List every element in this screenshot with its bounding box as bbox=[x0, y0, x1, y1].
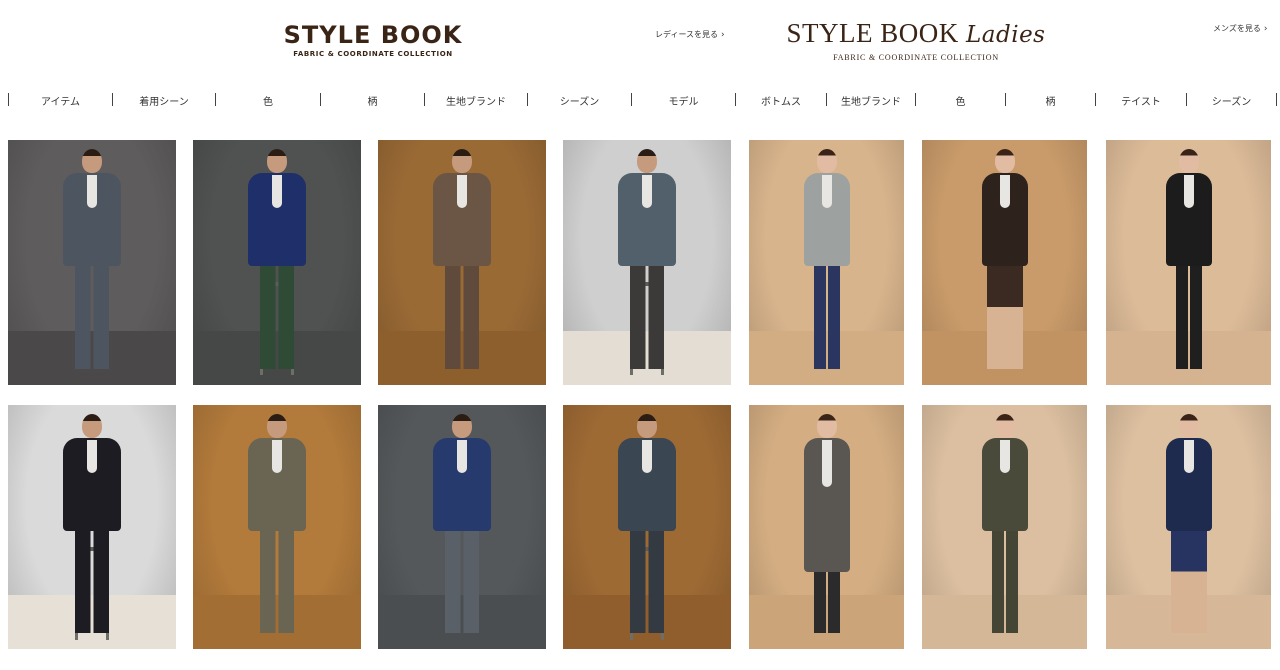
figure-shirt bbox=[457, 175, 467, 208]
figure-shirt bbox=[999, 175, 1010, 208]
figure-head bbox=[994, 149, 1015, 173]
figure-head bbox=[452, 149, 472, 173]
figure-shirt bbox=[457, 440, 467, 473]
look-men-2[interactable] bbox=[193, 140, 361, 385]
figure-legs bbox=[75, 256, 109, 369]
figure-head bbox=[994, 414, 1015, 438]
figure-head bbox=[82, 414, 102, 438]
figure-legs bbox=[630, 256, 664, 369]
figure-legs bbox=[986, 256, 1023, 369]
figure-legs bbox=[260, 256, 294, 369]
look-ladies-3[interactable] bbox=[1106, 140, 1271, 385]
lookbook-grid bbox=[0, 0, 1280, 670]
look-ladies-4[interactable] bbox=[749, 405, 904, 649]
figure-head bbox=[452, 414, 472, 438]
figure-legs bbox=[630, 521, 664, 633]
look-men-3[interactable] bbox=[378, 140, 546, 385]
figure-shirt bbox=[272, 440, 282, 473]
figure-shirt bbox=[642, 175, 652, 208]
figure-head bbox=[816, 414, 837, 438]
figure-legs bbox=[260, 521, 294, 633]
look-ladies-1[interactable] bbox=[749, 140, 904, 385]
figure-shirt bbox=[999, 440, 1010, 473]
figure-legs bbox=[445, 521, 479, 633]
look-ladies-6[interactable] bbox=[1106, 405, 1271, 649]
figure-legs bbox=[813, 562, 840, 633]
figure-legs bbox=[75, 521, 109, 633]
figure-head bbox=[637, 414, 657, 438]
figure-head bbox=[267, 414, 287, 438]
figure-head bbox=[637, 149, 657, 173]
figure-shirt bbox=[87, 175, 97, 208]
figure-legs bbox=[1170, 521, 1207, 633]
look-men-6[interactable] bbox=[193, 405, 361, 649]
figure-legs bbox=[445, 256, 479, 369]
look-men-7[interactable] bbox=[378, 405, 546, 649]
figure-legs bbox=[991, 521, 1018, 633]
figure-head bbox=[82, 149, 102, 173]
figure-head bbox=[267, 149, 287, 173]
figure-legs bbox=[1175, 256, 1202, 369]
figure-shirt bbox=[642, 440, 652, 473]
figure-shirt bbox=[821, 440, 832, 487]
figure-head bbox=[1178, 149, 1199, 173]
figure-legs bbox=[813, 256, 840, 369]
figure-shirt bbox=[272, 175, 282, 208]
figure-head bbox=[1178, 414, 1199, 438]
figure-shirt bbox=[821, 175, 832, 208]
look-men-5[interactable] bbox=[8, 405, 176, 649]
look-men-8[interactable] bbox=[563, 405, 731, 649]
figure-shirt bbox=[1183, 440, 1194, 473]
figure-head bbox=[816, 149, 837, 173]
figure-shirt bbox=[1183, 175, 1194, 208]
look-men-4[interactable] bbox=[563, 140, 731, 385]
look-ladies-5[interactable] bbox=[922, 405, 1087, 649]
look-ladies-2[interactable] bbox=[922, 140, 1087, 385]
look-men-1[interactable] bbox=[8, 140, 176, 385]
figure-shirt bbox=[87, 440, 97, 473]
